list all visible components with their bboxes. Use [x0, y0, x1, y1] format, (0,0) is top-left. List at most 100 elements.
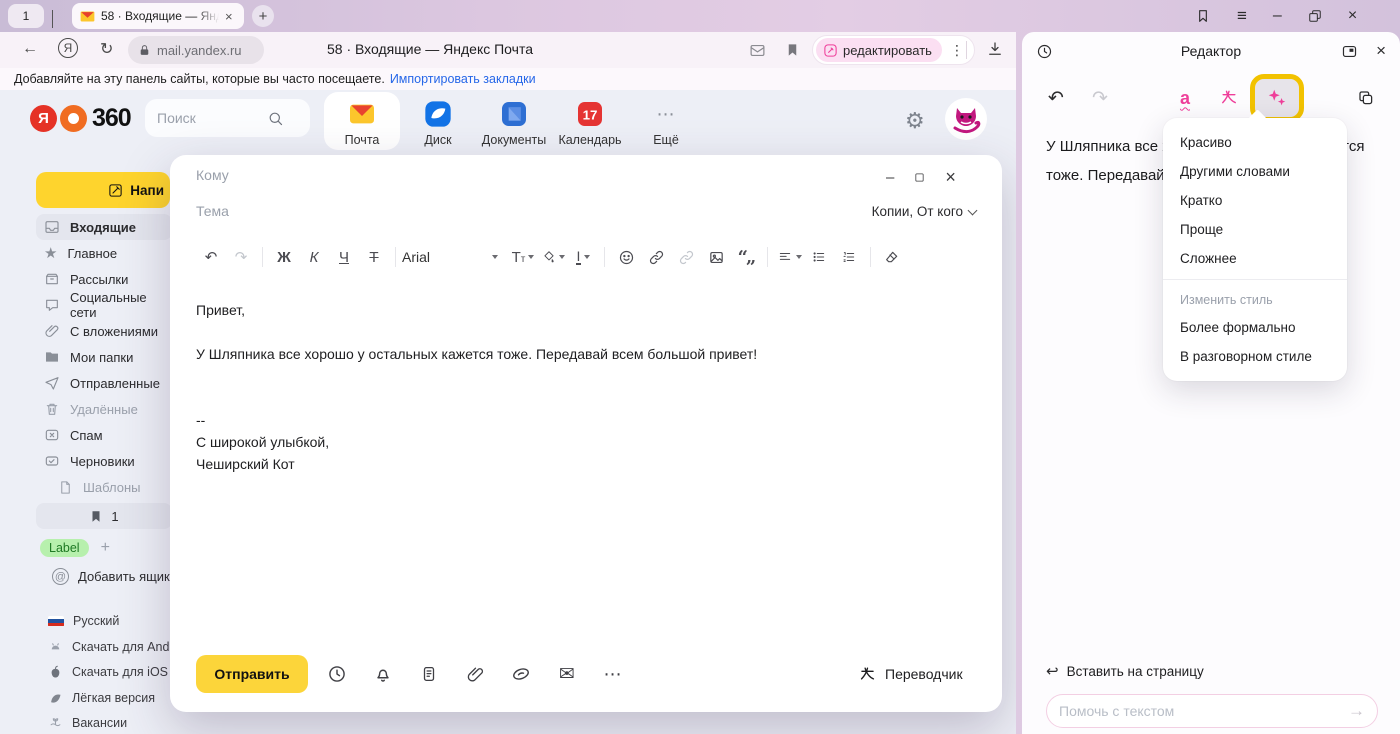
downloads-icon[interactable] [986, 40, 1004, 58]
reminder-bell-icon[interactable] [368, 659, 398, 689]
attach-from-disk-icon[interactable] [506, 659, 536, 689]
insert-link-icon[interactable] [641, 242, 671, 272]
folder-sent[interactable]: Отправленные [36, 370, 172, 396]
sidebar-panel-icon[interactable] [1195, 8, 1211, 24]
bullet-list-icon[interactable] [804, 242, 834, 272]
cc-from-toggle[interactable]: Копии, От кого [872, 204, 976, 219]
vacancies-link[interactable]: Вакансии [48, 712, 198, 734]
search-input[interactable] [157, 110, 267, 126]
menu-item-shorter[interactable]: Кратко [1163, 186, 1347, 215]
folder-newsletters[interactable]: Рассылки [36, 266, 172, 292]
folder-templates[interactable]: Шаблоны [36, 474, 172, 500]
schedule-send-icon[interactable] [322, 659, 352, 689]
ai-prompt-box[interactable]: → [1046, 694, 1378, 728]
close-window-icon[interactable]: × [1348, 7, 1357, 25]
attach-from-mail-icon[interactable]: ✉ [552, 659, 582, 689]
user-avatar[interactable] [945, 98, 987, 140]
folder-social[interactable]: Социальные сети [36, 292, 172, 318]
tab-counter[interactable]: 1 [8, 4, 44, 28]
templates-icon[interactable] [414, 659, 444, 689]
search-icon[interactable] [267, 110, 284, 127]
more-options-icon[interactable]: ⋯ [598, 659, 628, 689]
insert-to-page-button[interactable]: ↩ Вставить на страницу [1046, 662, 1204, 680]
to-input[interactable] [196, 167, 596, 183]
tab-close-icon[interactable]: × [225, 9, 233, 24]
to-field[interactable] [196, 167, 596, 185]
folder-main[interactable]: ★ Главное [36, 240, 172, 266]
add-mailbox-button[interactable]: @ Добавить ящик [52, 568, 170, 585]
app-more[interactable]: ⋯ Ещё [628, 92, 704, 150]
italic-button[interactable]: К [299, 242, 329, 272]
remove-link-icon[interactable] [671, 242, 701, 272]
menu-item-simpler[interactable]: Проще [1163, 215, 1347, 244]
font-size-dropdown[interactable]: Tт [508, 242, 538, 272]
edit-button[interactable]: редактировать [816, 38, 942, 62]
browser-menu-icon[interactable]: ≡ [1237, 6, 1247, 26]
copy-icon[interactable] [1348, 80, 1384, 116]
ai-prompt-input[interactable] [1059, 703, 1348, 719]
refresh-icon[interactable]: ↻ [100, 39, 113, 59]
menu-item-complex[interactable]: Сложнее [1163, 244, 1347, 273]
minimize-icon[interactable]: – [1273, 7, 1282, 25]
url-field[interactable]: mail.yandex.ru [128, 36, 264, 64]
insert-image-icon[interactable] [701, 242, 731, 272]
quote-icon[interactable]: “„ [731, 242, 761, 272]
strikethrough-button[interactable]: Т [359, 242, 389, 272]
app-disk[interactable]: Диск [400, 92, 476, 150]
panel-close-icon[interactable]: × [1376, 41, 1386, 61]
send-button[interactable]: Отправить [196, 655, 308, 693]
subject-input[interactable] [196, 203, 596, 219]
compose-minimize-icon[interactable]: – [886, 169, 894, 186]
submit-arrow-icon[interactable]: → [1348, 701, 1365, 721]
compose-close-icon[interactable]: × [945, 167, 956, 188]
restore-window-icon[interactable] [1308, 9, 1322, 23]
app-mail[interactable]: Почта [324, 92, 400, 150]
folder-my-folders[interactable]: Мои папки [36, 344, 172, 370]
folder-attachments[interactable]: С вложениями [36, 318, 172, 344]
underline-button[interactable]: Ч [329, 242, 359, 272]
browser-tab[interactable]: 58 · Входящие — Яндек × [72, 3, 244, 29]
message-body[interactable]: Привет, У Шляпника все хорошо у остальны… [196, 299, 976, 475]
text-color-dropdown[interactable]: I [568, 242, 598, 272]
menu-item-paraphrase[interactable]: Другими словами [1163, 157, 1347, 186]
folder-drafts[interactable]: Черновики [36, 448, 172, 474]
tabs-dropdown-chevron-icon[interactable] [52, 10, 53, 28]
clear-formatting-icon[interactable] [877, 242, 907, 272]
ai-improve-button[interactable] [1255, 79, 1299, 117]
panel-undo-icon[interactable]: ↶ [1038, 80, 1074, 116]
menu-item-beautiful[interactable]: Красиво [1163, 128, 1347, 157]
history-clock-icon[interactable] [1036, 43, 1053, 60]
subject-field[interactable] [196, 203, 596, 221]
app-calendar[interactable]: 17 Календарь [552, 92, 628, 150]
translator-button[interactable]: Переводчик [858, 655, 963, 693]
numbered-list-icon[interactable] [834, 242, 864, 272]
folder-inbox[interactable]: Входящие [36, 214, 172, 240]
bold-button[interactable]: Ж [269, 242, 299, 272]
highlight-color-dropdown[interactable] [538, 242, 568, 272]
open-in-window-icon[interactable] [1341, 43, 1358, 60]
compose-button[interactable]: Напи [36, 172, 170, 208]
panel-redo-icon[interactable]: ↷ [1082, 80, 1118, 116]
compose-expand-icon[interactable] [914, 172, 925, 183]
spellcheck-icon[interactable]: а [1167, 80, 1203, 116]
bookmark-icon[interactable] [785, 42, 800, 58]
add-label-icon[interactable]: + [101, 539, 110, 557]
back-icon[interactable]: ← [22, 40, 38, 58]
font-family-dropdown[interactable]: Arial [402, 242, 508, 272]
label-pill[interactable]: Label [40, 539, 89, 557]
menu-item-formal[interactable]: Более формально [1163, 313, 1347, 342]
saved-bookmarks-row[interactable]: 1 [36, 503, 172, 529]
yandex-services-icon[interactable]: Я [58, 38, 78, 58]
yandex-360-logo[interactable]: Я 360 [30, 104, 131, 133]
folder-deleted[interactable]: Удалённые [36, 396, 172, 422]
email-page-icon[interactable] [749, 42, 766, 59]
new-tab-button[interactable]: + [252, 5, 274, 27]
translate-icon[interactable] [1211, 80, 1247, 116]
menu-item-conversational[interactable]: В разговорном стиле [1163, 342, 1347, 371]
search-box[interactable] [145, 99, 310, 137]
import-bookmarks-link[interactable]: Импортировать закладки [390, 72, 536, 86]
align-dropdown[interactable] [774, 242, 804, 272]
settings-gear-icon[interactable]: ⚙ [905, 108, 925, 134]
redo-icon[interactable]: ↷ [226, 242, 256, 272]
undo-icon[interactable]: ↶ [196, 242, 226, 272]
